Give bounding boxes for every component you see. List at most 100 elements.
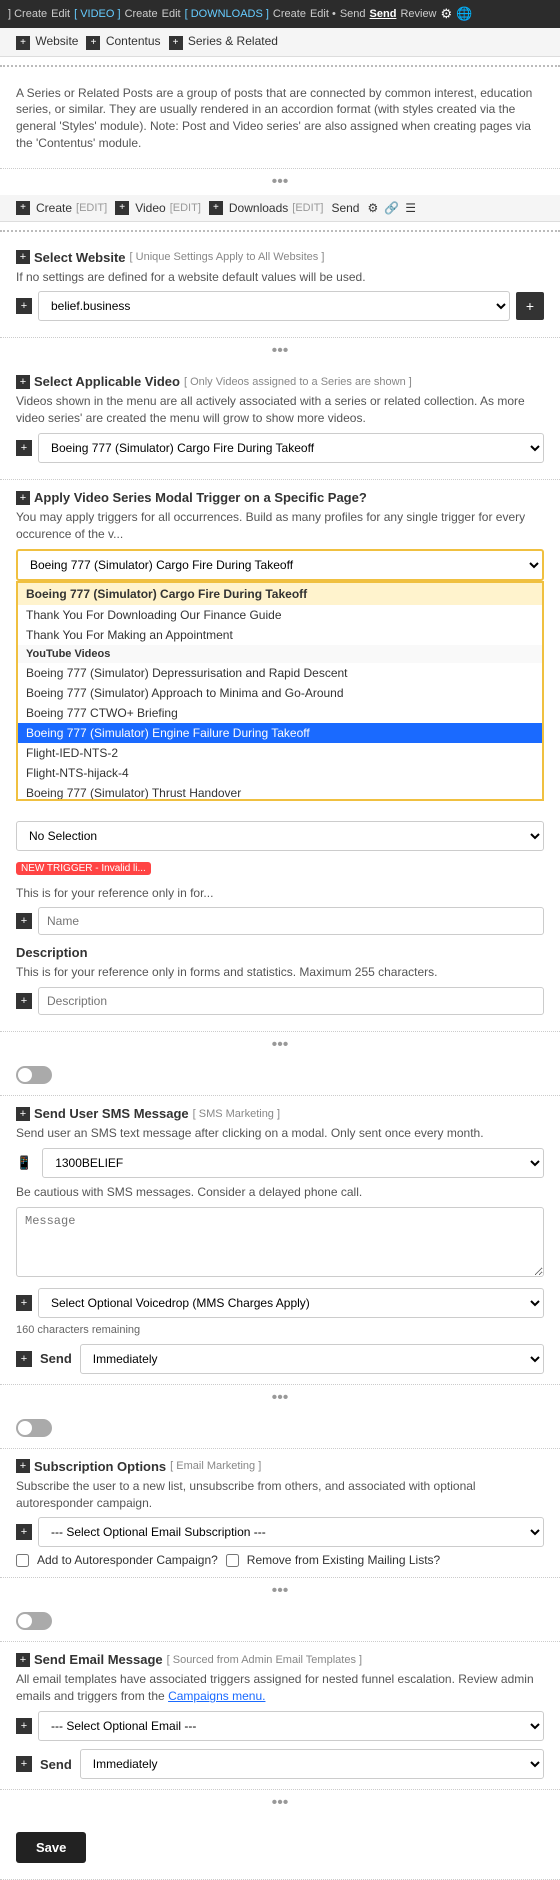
plus-email[interactable]: + <box>16 1653 30 1667</box>
nav-item-create3[interactable]: Create <box>273 8 306 20</box>
menu-icon[interactable]: ☰ <box>405 201 416 215</box>
select-video-section: + Select Applicable Video [ Only Videos … <box>0 364 560 480</box>
website-select[interactable]: belief.business <box>38 291 510 321</box>
description-input[interactable] <box>38 987 544 1015</box>
plus-video[interactable]: + <box>16 375 30 389</box>
plus-icon2: + <box>86 36 100 50</box>
nav-item-review[interactable]: Review <box>400 8 436 20</box>
video-select-row: + Boeing 777 (Simulator) Cargo Fire Duri… <box>16 433 544 463</box>
nav-item-edit2[interactable]: Edit <box>162 8 181 20</box>
sms-send-select[interactable]: Immediately After 1 Hour After 24 Hours <box>80 1344 544 1374</box>
tab-downloads-label[interactable]: Downloads <box>229 201 288 215</box>
plus-send-sms[interactable]: + <box>16 1351 32 1367</box>
tab-series[interactable]: + Series & Related <box>169 34 278 50</box>
phone-select[interactable]: 1300BELIEF <box>42 1148 544 1178</box>
select-video-subtitle: [ Only Videos assigned to a Series are s… <box>184 376 412 388</box>
select-website-section: + Select Website [ Unique Settings Apply… <box>0 240 560 339</box>
tab-create-label[interactable]: Create <box>36 201 72 215</box>
sms-message-input[interactable] <box>16 1207 544 1277</box>
status-area: NEW TRIGGER - Invalid li... <box>16 859 544 875</box>
plus-subscription[interactable]: + <box>16 1459 30 1473</box>
tab-send[interactable]: Send <box>331 201 359 215</box>
nav-item-send[interactable]: Send <box>340 8 366 20</box>
no-selection-select[interactable]: No Selection <box>16 821 544 851</box>
nav-item-create2[interactable]: Create <box>125 8 158 20</box>
email-label: Send Email Message <box>34 1652 163 1667</box>
main-tabs: + Website + Contentus + Series & Related <box>0 28 560 57</box>
no-selection-row: No Selection <box>16 821 544 851</box>
name-input[interactable] <box>38 907 544 935</box>
nav-item-create-edit[interactable]: ] Create <box>8 8 47 20</box>
email-send-select[interactable]: Immediately After 1 Hour After 24 Hours <box>80 1749 544 1779</box>
gear-icon2[interactable]: ⚙ <box>367 201 378 215</box>
subscription-section: + Subscription Options [ Email Marketing… <box>0 1449 560 1579</box>
plus-name[interactable]: + <box>16 913 32 929</box>
video-select[interactable]: Boeing 777 (Simulator) Cargo Fire During… <box>38 433 544 463</box>
modal-trigger-section: + Apply Video Series Modal Trigger on a … <box>0 480 560 1032</box>
modal-trigger-label: Apply Video Series Modal Trigger on a Sp… <box>34 490 367 505</box>
autoresponder-label: Add to Autoresponder Campaign? <box>37 1553 218 1567</box>
dropdown-item-top[interactable]: Boeing 777 (Simulator) Cargo Fire During… <box>18 583 542 605</box>
nav-item-edit[interactable]: Edit <box>51 8 70 20</box>
email-select-row: + --- Select Optional Email --- <box>16 1711 544 1741</box>
dropdown-item-3[interactable]: Boeing 777 (Simulator) Depressurisation … <box>18 663 542 683</box>
subscription-subtitle: [ Email Marketing ] <box>170 1460 261 1472</box>
dropdown-item-selected[interactable]: Boeing 777 (Simulator) Engine Failure Du… <box>18 723 542 743</box>
subscription-select[interactable]: --- Select Optional Email Subscription -… <box>38 1517 544 1547</box>
toggle2[interactable] <box>16 1419 52 1437</box>
plus-modal[interactable]: + <box>16 491 30 505</box>
campaigns-menu-link[interactable]: Campaigns menu. <box>168 1689 265 1703</box>
plus-website2[interactable]: + <box>16 298 32 314</box>
email-template-select[interactable]: --- Select Optional Email --- <box>38 1711 544 1741</box>
email-desc: All email templates have associated trig… <box>16 1671 544 1705</box>
nav-item-triggers[interactable]: Send <box>370 8 397 20</box>
autoresponder-checkbox[interactable] <box>16 1554 29 1567</box>
tab-create-edit-bracket[interactable]: [EDIT] <box>76 202 107 214</box>
dots5: ••• <box>0 1578 560 1604</box>
select-website-subtitle: [ Unique Settings Apply to All Websites … <box>130 251 325 263</box>
plus-sms[interactable]: + <box>16 1107 30 1121</box>
plus-send-email[interactable]: + <box>16 1756 32 1772</box>
voicedrop-select[interactable]: Select Optional Voicedrop (MMS Charges A… <box>38 1288 544 1318</box>
dropdown-item-6[interactable]: Flight-IED-NTS-2 <box>18 743 542 763</box>
name-section: This is for your reference only in for..… <box>16 885 544 936</box>
tab-downloads-edit-bracket[interactable]: [EDIT] <box>292 202 323 214</box>
tab-video-edit-bracket[interactable]: [EDIT] <box>170 202 201 214</box>
dropdown-item-7[interactable]: Flight-NTS-hijack-4 <box>18 763 542 783</box>
modal-trigger-select[interactable]: Boeing 777 (Simulator) Cargo Fire During… <box>16 549 544 581</box>
tab-contentus[interactable]: + Contentus <box>86 34 160 50</box>
plus-email2[interactable]: + <box>16 1718 32 1734</box>
plus-icon: + <box>16 36 30 50</box>
phone-select-row: 📱 1300BELIEF <box>16 1148 544 1178</box>
voicedrop-row: + Select Optional Voicedrop (MMS Charges… <box>16 1288 544 1318</box>
toggle1[interactable] <box>16 1066 52 1084</box>
plus-desc[interactable]: + <box>16 993 32 1009</box>
nav-item-edit3[interactable]: Edit • <box>310 8 336 20</box>
modal-trigger-desc: You may apply triggers for all occurrenc… <box>16 509 544 543</box>
plus-video2[interactable]: + <box>16 440 32 456</box>
nav-bracket-downloads: [ DOWNLOADS ] <box>185 8 269 20</box>
sms-label: Send User SMS Message <box>34 1106 189 1121</box>
link-icon[interactable]: 🔗 <box>384 201 399 215</box>
tab-website[interactable]: + Website <box>16 34 78 50</box>
save-section: Save <box>0 1816 560 1880</box>
dropdown-item-5[interactable]: Boeing 777 CTWO+ Briefing <box>18 703 542 723</box>
add-website-button[interactable]: + <box>516 292 544 320</box>
dropdown-item-2[interactable]: Thank You For Making an Appointment <box>18 625 542 645</box>
plus-subscription2[interactable]: + <box>16 1524 32 1540</box>
series-description-section: A Series or Related Posts are a group of… <box>0 75 560 169</box>
dropdown-item-8[interactable]: Boeing 777 (Simulator) Thrust Handover <box>18 783 542 801</box>
globe-icon[interactable]: 🌐 <box>456 6 472 22</box>
toggle3[interactable] <box>16 1612 52 1630</box>
dropdown-group-youtube: YouTube Videos <box>18 645 542 663</box>
sms-send-row: + Send Immediately After 1 Hour After 24… <box>16 1344 544 1374</box>
plus-website[interactable]: + <box>16 250 30 264</box>
tab-video-label[interactable]: Video <box>135 201 165 215</box>
subscription-label: Subscription Options <box>34 1459 166 1474</box>
dropdown-item-4[interactable]: Boeing 777 (Simulator) Approach to Minim… <box>18 683 542 703</box>
save-button[interactable]: Save <box>16 1832 86 1863</box>
plus-voicedrop[interactable]: + <box>16 1295 32 1311</box>
gear-icon[interactable]: ⚙ <box>441 6 453 22</box>
remove-lists-checkbox[interactable] <box>226 1554 239 1567</box>
dropdown-item-1[interactable]: Thank You For Downloading Our Finance Gu… <box>18 605 542 625</box>
